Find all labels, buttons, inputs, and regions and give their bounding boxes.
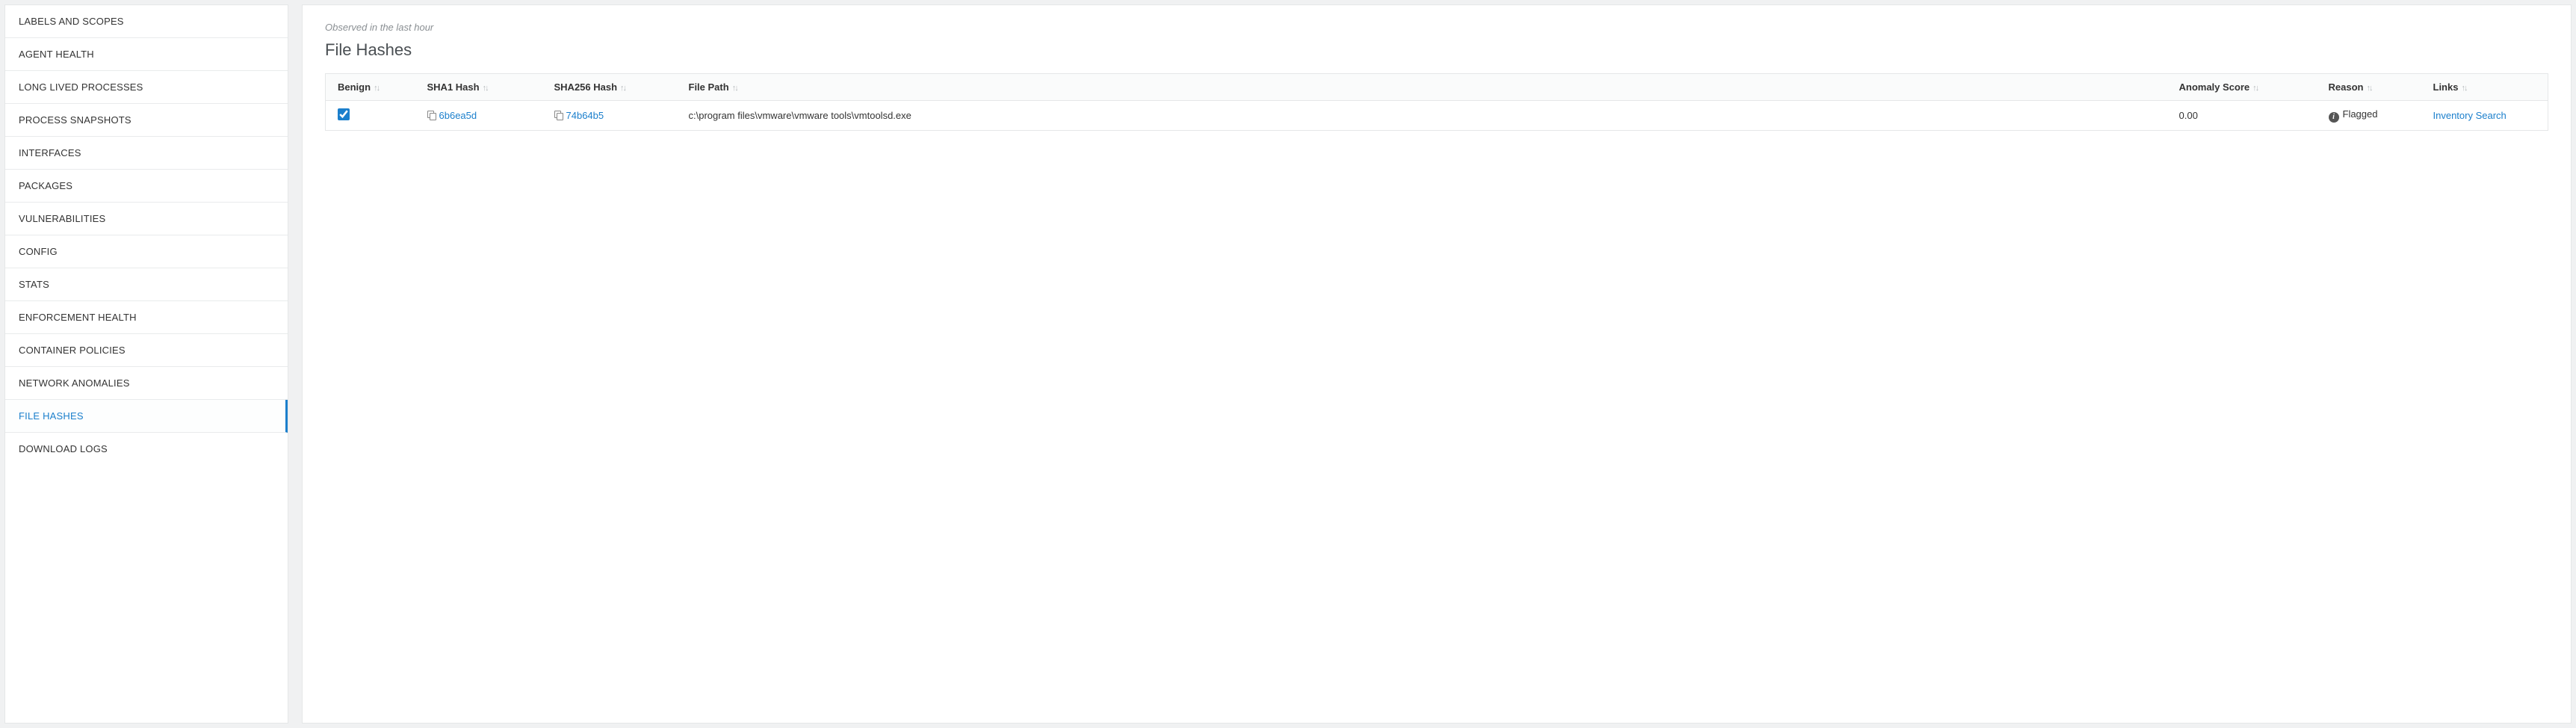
- sort-icon: ↑↓: [2461, 84, 2466, 93]
- sidebar-item-network-anomalies[interactable]: NETWORK ANOMALIES: [5, 367, 288, 400]
- sort-icon: ↑↓: [483, 84, 488, 93]
- sidebar-item-labels-and-scopes[interactable]: LABELS AND SCOPES: [5, 5, 288, 38]
- column-header-file-path-label: File Path: [689, 81, 729, 93]
- sidebar-item-file-hashes[interactable]: FILE HASHES: [5, 400, 288, 433]
- benign-checkbox[interactable]: [338, 108, 350, 120]
- sidebar-item-long-lived-processes[interactable]: LONG LIVED PROCESSES: [5, 71, 288, 104]
- reason-label: Flagged: [2343, 108, 2378, 120]
- column-header-sha256[interactable]: SHA256 Hash↑↓: [542, 74, 677, 101]
- column-header-file-path[interactable]: File Path↑↓: [677, 74, 2167, 101]
- column-header-reason-label: Reason: [2329, 81, 2364, 93]
- anomaly-score-cell: 0.00: [2167, 101, 2317, 131]
- sidebar-item-config[interactable]: CONFIG: [5, 235, 288, 268]
- sort-icon: ↑↓: [2253, 84, 2258, 93]
- inventory-search-link[interactable]: Inventory Search: [2433, 110, 2507, 121]
- column-header-links[interactable]: Links↑↓: [2421, 74, 2548, 101]
- column-header-sha1-label: SHA1 Hash: [427, 81, 480, 93]
- column-header-anomaly-score[interactable]: Anomaly Score↑↓: [2167, 74, 2317, 101]
- column-header-sha1[interactable]: SHA1 Hash↑↓: [415, 74, 542, 101]
- column-header-links-label: Links: [2433, 81, 2459, 93]
- sidebar-item-vulnerabilities[interactable]: VULNERABILITIES: [5, 203, 288, 235]
- sha1-hash-link[interactable]: 6b6ea5d: [439, 110, 477, 121]
- column-header-sha256-label: SHA256 Hash: [554, 81, 618, 93]
- sha256-hash-link[interactable]: 74b64b5: [566, 110, 604, 121]
- sidebar-item-stats[interactable]: STATS: [5, 268, 288, 301]
- column-header-reason[interactable]: Reason↑↓: [2317, 74, 2421, 101]
- file-path-cell: c:\program files\vmware\vmware tools\vmt…: [677, 101, 2167, 131]
- file-hashes-table: Benign↑↓ SHA1 Hash↑↓ SHA256 Hash↑↓ File …: [325, 73, 2548, 131]
- table-row: 6b6ea5d 74b64b5 c:\program files\vmware\vm…: [326, 101, 2548, 131]
- sort-icon: ↑↓: [374, 84, 379, 93]
- column-header-anomaly-score-label: Anomaly Score: [2179, 81, 2250, 93]
- column-header-benign[interactable]: Benign↑↓: [326, 74, 415, 101]
- sort-icon: ↑↓: [732, 84, 737, 93]
- sidebar-item-container-policies[interactable]: CONTAINER POLICIES: [5, 334, 288, 367]
- sidebar-item-packages[interactable]: PACKAGES: [5, 170, 288, 203]
- copy-icon[interactable]: [427, 111, 436, 120]
- page-title: File Hashes: [325, 40, 2548, 60]
- sidebar-item-agent-health[interactable]: AGENT HEALTH: [5, 38, 288, 71]
- sidebar-item-process-snapshots[interactable]: PROCESS SNAPSHOTS: [5, 104, 288, 137]
- sort-icon: ↑↓: [2366, 84, 2371, 93]
- sort-icon: ↑↓: [620, 84, 625, 93]
- sidebar-item-download-logs[interactable]: DOWNLOAD LOGS: [5, 433, 288, 465]
- sidebar-item-enforcement-health[interactable]: ENFORCEMENT HEALTH: [5, 301, 288, 334]
- observed-note: Observed in the last hour: [325, 22, 2548, 33]
- copy-icon[interactable]: [554, 111, 563, 120]
- info-icon[interactable]: i: [2329, 112, 2339, 123]
- sidebar-item-interfaces[interactable]: INTERFACES: [5, 137, 288, 170]
- sidebar: LABELS AND SCOPESAGENT HEALTHLONG LIVED …: [4, 4, 288, 724]
- main-content: Observed in the last hour File Hashes Be…: [302, 4, 2572, 724]
- column-header-benign-label: Benign: [338, 81, 371, 93]
